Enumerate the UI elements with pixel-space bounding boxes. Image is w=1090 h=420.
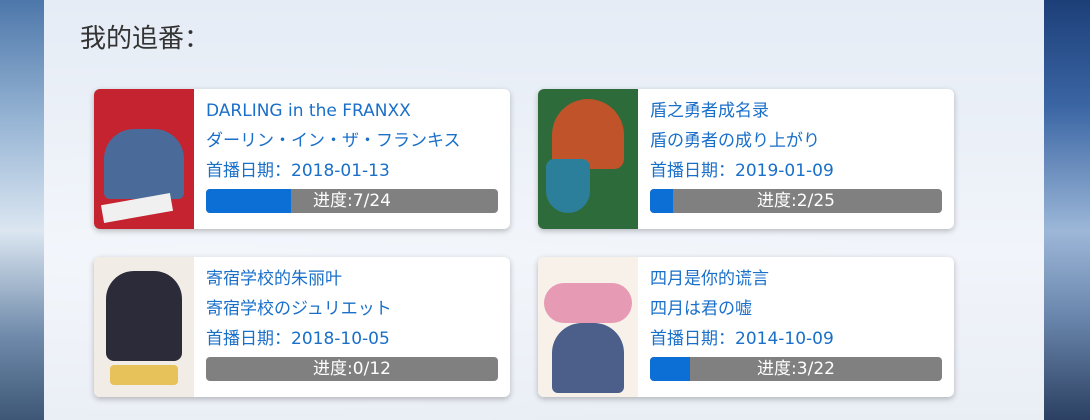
anime-card[interactable]: 盾之勇者成名录 盾の勇者の成り上がり 首播日期：2019-01-09 进度:2/… xyxy=(538,89,954,229)
progress-label: 进度:3/22 xyxy=(757,359,835,379)
air-date-value: 2014-10-09 xyxy=(735,329,834,349)
progress-bar: 进度:7/24 xyxy=(206,189,498,213)
progress-bar: 进度:2/25 xyxy=(650,189,942,213)
anime-title-jp: 盾の勇者の成り上がり xyxy=(650,131,820,151)
anime-title-jp: ダーリン・イン・ザ・フランキス xyxy=(206,131,461,151)
progress-bar: 进度:0/12 xyxy=(206,357,498,381)
anime-cover-image[interactable] xyxy=(538,257,638,397)
air-date-label: 首播日期： xyxy=(650,161,735,181)
anime-card[interactable]: 寄宿学校的朱丽叶 寄宿学校のジュリエット 首播日期：2018-10-05 进度:… xyxy=(94,257,510,397)
anime-title-jp: 四月は君の嘘 xyxy=(650,299,752,319)
cover-art-figures xyxy=(104,129,184,199)
progress-label: 进度:2/25 xyxy=(757,191,835,211)
background-left-edge xyxy=(0,0,44,420)
cover-art-shield xyxy=(546,159,590,213)
air-date-label: 首播日期： xyxy=(206,329,291,349)
anime-card[interactable]: 四月是你的谎言 四月は君の嘘 首播日期：2014-10-09 进度:3/22 xyxy=(538,257,954,397)
anime-cover-image[interactable] xyxy=(538,89,638,229)
cover-art-petals xyxy=(544,283,632,323)
cover-art-figures xyxy=(106,271,182,361)
cover-art-logo xyxy=(110,365,178,385)
anime-cover-image[interactable] xyxy=(94,89,194,229)
air-date: 首播日期：2018-01-13 xyxy=(206,157,500,187)
air-date: 首播日期：2019-01-09 xyxy=(650,157,944,187)
cover-art-figures xyxy=(552,323,624,393)
section-title: 我的追番： xyxy=(80,24,211,54)
air-date-value: 2019-01-09 xyxy=(735,161,834,181)
anime-title-cn: DARLING in the FRANXX xyxy=(206,101,411,121)
anime-title-jp: 寄宿学校のジュリエット xyxy=(206,299,392,319)
air-date-value: 2018-01-13 xyxy=(291,161,390,181)
air-date-label: 首播日期： xyxy=(650,329,735,349)
progress-label: 进度:0/12 xyxy=(313,359,391,379)
progress-label: 进度:7/24 xyxy=(313,191,391,211)
air-date: 首播日期：2014-10-09 xyxy=(650,325,944,355)
anime-cover-image[interactable] xyxy=(94,257,194,397)
air-date-label: 首播日期： xyxy=(206,161,291,181)
background-right-edge xyxy=(1044,0,1090,420)
anime-card[interactable]: DARLING in the FRANXX ダーリン・イン・ザ・フランキス 首播… xyxy=(94,89,510,229)
air-date-value: 2018-10-05 xyxy=(291,329,390,349)
anime-title-cn: 盾之勇者成名录 xyxy=(650,101,769,121)
air-date: 首播日期：2018-10-05 xyxy=(206,325,500,355)
anime-title-cn: 寄宿学校的朱丽叶 xyxy=(206,269,342,289)
progress-bar: 进度:3/22 xyxy=(650,357,942,381)
anime-title-cn: 四月是你的谎言 xyxy=(650,269,769,289)
